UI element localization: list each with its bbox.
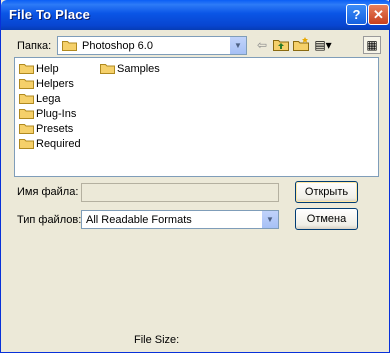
file-list[interactable]: Help Helpers Lega Plug-Ins Presets Requi…	[14, 57, 379, 177]
chevron-down-icon[interactable]: ▼	[229, 37, 246, 54]
window-title: File To Place	[9, 7, 91, 22]
title-bar[interactable]: File To Place ? ✕	[1, 0, 390, 30]
look-in-combobox[interactable]: Photoshop 6.0 ▼	[57, 36, 247, 55]
back-icon[interactable]: ⇦	[253, 37, 271, 54]
open-button[interactable]: Открыть	[295, 181, 358, 203]
folder-icon	[19, 124, 34, 134]
folder-icon	[19, 79, 34, 89]
folder-icon	[19, 109, 34, 119]
close-button[interactable]: ✕	[368, 4, 389, 25]
look-in-value: Photoshop 6.0	[82, 40, 153, 52]
up-folder-icon[interactable]	[272, 37, 290, 54]
help-button[interactable]: ?	[346, 4, 367, 25]
file-name-label: Имя файла:	[17, 186, 79, 198]
file-type-value: All Readable Formats	[86, 214, 192, 226]
file-type-combobox[interactable]: All Readable Formats ▼	[81, 210, 279, 229]
file-type-label: Тип файлов:	[17, 214, 82, 226]
folder-icon	[19, 64, 34, 74]
item-label: Helpers	[36, 78, 74, 90]
view-menu-icon[interactable]: ▤▾	[312, 37, 334, 54]
folder-icon	[100, 64, 115, 74]
item-label: Samples	[117, 63, 160, 75]
thumbnail-icon[interactable]: ▦	[363, 36, 381, 54]
item-label: Plug-Ins	[36, 108, 77, 120]
file-to-place-dialog: File To Place ? ✕ Папка: Photoshop 6.0 ▼…	[0, 0, 390, 353]
file-name-field[interactable]	[81, 183, 279, 202]
item-label: Lega	[36, 93, 61, 105]
look-in-label: Папка:	[17, 40, 52, 52]
folder-icon	[19, 139, 34, 149]
item-label: Required	[36, 138, 81, 150]
new-folder-icon[interactable]	[292, 37, 310, 54]
folder-icon	[19, 94, 34, 104]
file-size-label: File Size:	[134, 334, 180, 346]
item-label: Help	[36, 63, 59, 75]
chevron-down-icon[interactable]: ▼	[261, 211, 278, 228]
folder-icon	[62, 41, 77, 51]
cancel-button[interactable]: Отмена	[295, 208, 358, 230]
item-label: Presets	[36, 123, 74, 135]
